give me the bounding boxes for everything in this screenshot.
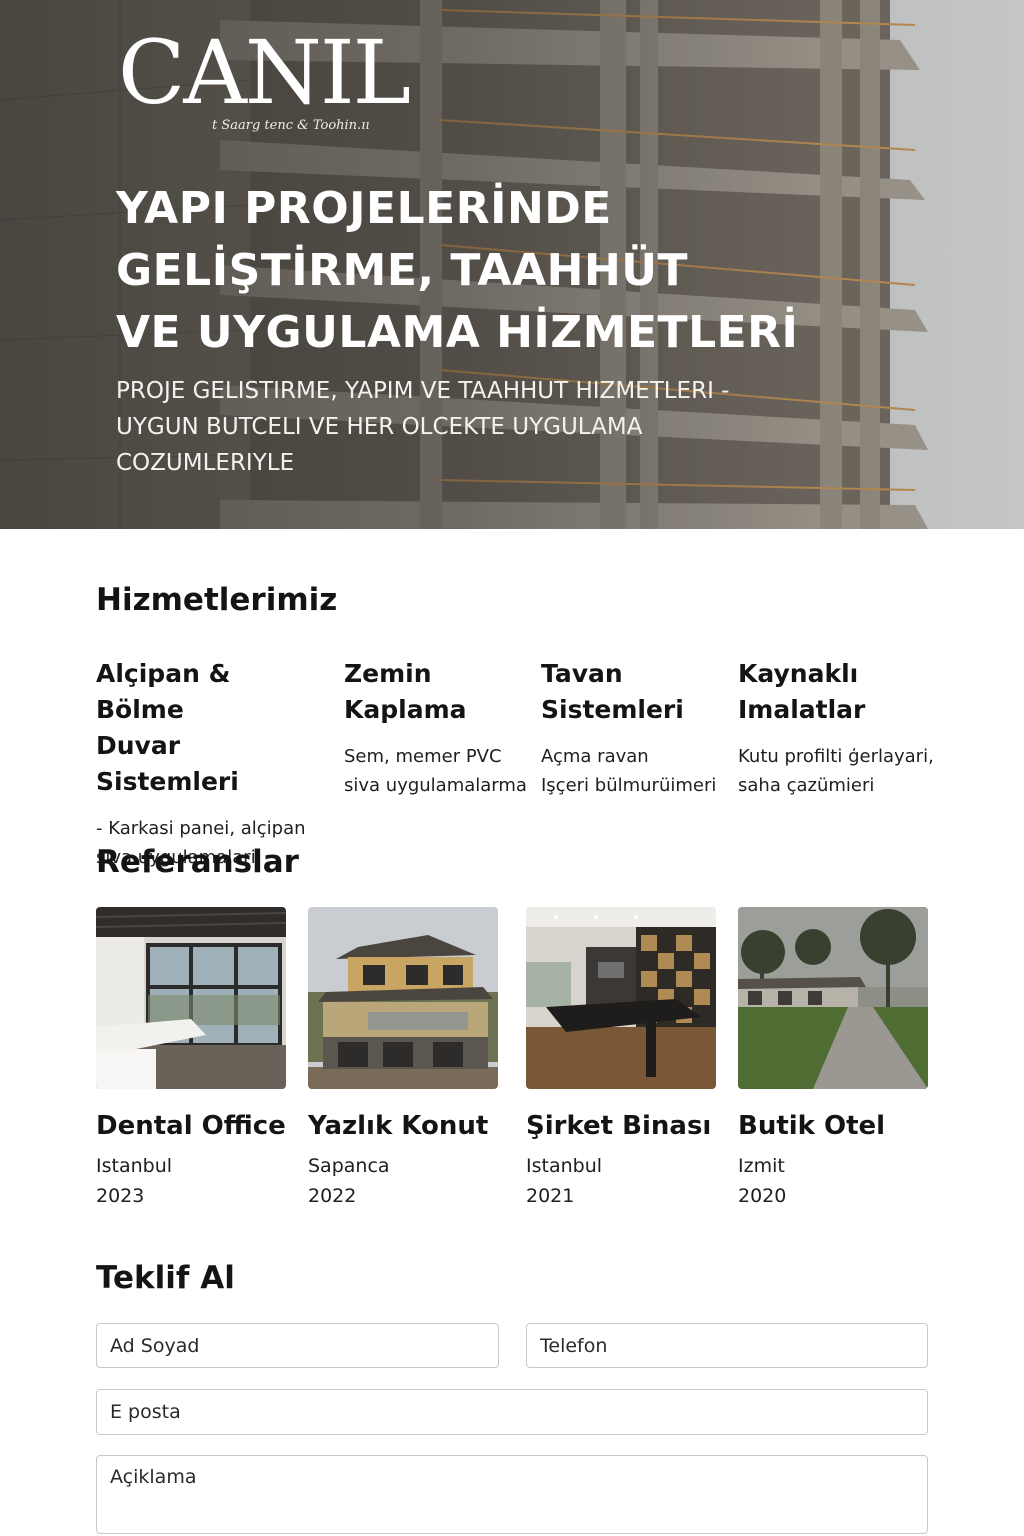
service-title-line: Imalatlar: [738, 695, 866, 724]
hero-title: YAPI PROJELERİNDE GELİŞTİRME, TAAHHÜT VE…: [116, 178, 876, 364]
reference-card-dental-office[interactable]: Dental Office Istanbul 2023: [96, 907, 286, 1207]
service-description-line: - Karkasi panei, alçipan: [96, 818, 306, 839]
service-title-line: Alçipan & Bölme: [96, 659, 231, 724]
quote-form-heading: Teklif Al: [96, 1260, 235, 1296]
company-logo[interactable]: CANIL t Saarg tenc & Toohin.ıı: [118, 18, 411, 138]
service-card-drywall[interactable]: Alçipan & Bölme Duvar Sistemleri - Karka…: [96, 656, 326, 872]
reference-city: Istanbul: [526, 1155, 603, 1177]
services-heading: Hizmetlerimiz: [96, 582, 338, 618]
service-title-line: Kaplama: [344, 695, 467, 724]
hero-title-line: VE UYGULAMA HİZMETLERİ: [116, 307, 799, 358]
email-field[interactable]: [96, 1389, 928, 1435]
reference-city: Izmit: [738, 1155, 785, 1177]
reference-city: Sapanca: [308, 1155, 390, 1177]
service-title: Zemin Kaplama: [344, 656, 574, 728]
service-description-line: Sem, memer PVC: [344, 746, 502, 767]
service-card-welding[interactable]: Kaynaklı Imalatlar Kutu profilti ģerlaya…: [738, 656, 968, 800]
service-title: Alçipan & Bölme Duvar Sistemleri: [96, 656, 326, 800]
service-title-line: Duvar Sistemleri: [96, 731, 239, 796]
hero-title-line: GELİŞTİRME, TAAHHÜT: [116, 245, 689, 296]
service-title-line: Sistemleri: [541, 695, 684, 724]
dental-office-photo: [96, 907, 286, 1089]
hero-banner: CANIL t Saarg tenc & Toohin.ıı YAPI PROJ…: [0, 0, 1024, 529]
hero-subtitle-line: UYGUN BUTCELI VE HER OLCEKTE UYGULAMA: [116, 414, 643, 440]
service-title-line: Kaynaklı: [738, 659, 859, 688]
service-card-flooring[interactable]: Zemin Kaplama Sem, memer PVC siva uygula…: [344, 656, 574, 800]
service-description-line: Kutu profilti ģerlayari,: [738, 746, 934, 767]
service-title-line: Tavan: [541, 659, 623, 688]
reference-title: Yazlık Konut: [308, 1111, 489, 1141]
service-description-line: siva uygulamalarma: [344, 775, 527, 796]
reference-year: 2021: [526, 1185, 575, 1207]
service-description-line: Açma ravan: [541, 746, 649, 767]
reference-year: 2020: [738, 1185, 787, 1207]
service-description-line: Işçeri bülmurüimeri: [541, 775, 717, 796]
boutique-hotel-photo: [738, 907, 928, 1089]
reference-year: 2022: [308, 1185, 357, 1207]
hero-title-line: YAPI PROJELERİNDE: [116, 183, 612, 234]
description-textarea[interactable]: [96, 1455, 928, 1534]
phone-field[interactable]: [526, 1323, 928, 1368]
company-building-photo: [526, 907, 716, 1089]
reference-card-company-building[interactable]: Şirket Binası Istanbul 2021: [526, 907, 716, 1207]
hero-subtitle-line: PROJE GELISTIRME, YAPIM VE TAAHHUT HIZME…: [116, 378, 730, 404]
reference-year: 2023: [96, 1185, 145, 1207]
service-description: Açma ravan Işçeri bülmurüimeri: [541, 742, 771, 800]
hero-subtitle: PROJE GELISTIRME, YAPIM VE TAAHHUT HIZME…: [116, 373, 816, 481]
service-description-line: saha çazümieri: [738, 775, 875, 796]
service-card-ceiling[interactable]: Tavan Sistemleri Açma ravan Işçeri bülmu…: [541, 656, 771, 800]
summer-house-photo: [308, 907, 498, 1089]
references-heading: Referanslar: [96, 844, 299, 880]
service-title-line: Zemin: [344, 659, 432, 688]
name-field[interactable]: [96, 1323, 499, 1368]
service-description: Kutu profilti ģerlayari, saha çazümieri: [738, 742, 968, 800]
logo-tagline: t Saarg tenc & Toohin.ıı: [212, 118, 370, 133]
reference-card-boutique-hotel[interactable]: Butik Otel Izmit 2020: [738, 907, 928, 1207]
reference-title: Dental Office: [96, 1111, 286, 1141]
reference-city: Istanbul: [96, 1155, 173, 1177]
reference-card-summer-house[interactable]: Yazlık Konut Sapanca 2022: [308, 907, 498, 1207]
service-title: Tavan Sistemleri: [541, 656, 771, 728]
logo-mark: CANIL: [118, 21, 411, 124]
reference-title: Şirket Binası: [526, 1111, 712, 1141]
hero-subtitle-line: COZUMLERIYLE: [116, 450, 295, 476]
reference-title: Butik Otel: [738, 1111, 886, 1141]
service-title: Kaynaklı Imalatlar: [738, 656, 968, 728]
service-description: Sem, memer PVC siva uygulamalarma: [344, 742, 574, 800]
